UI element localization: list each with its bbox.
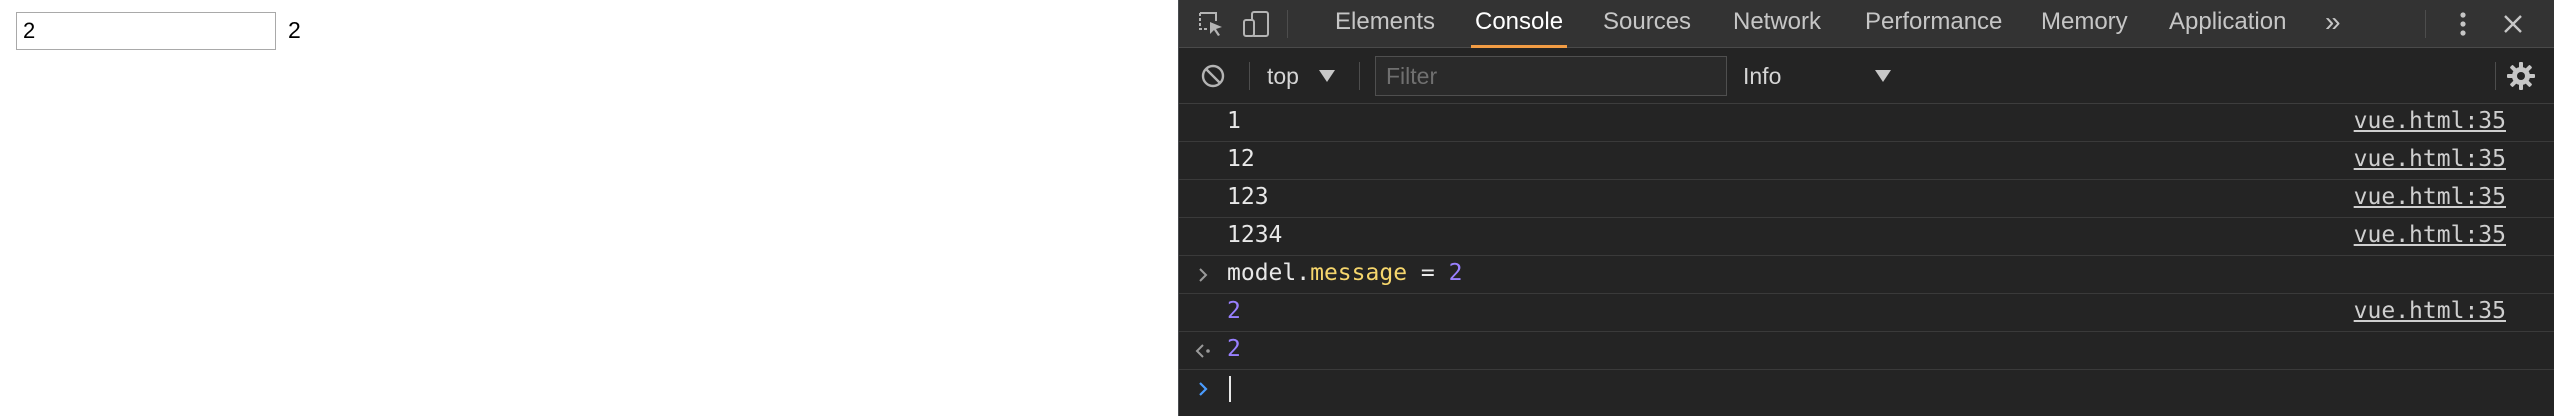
console-input-row: model.message = 2 — [1179, 256, 2554, 294]
tab-memory[interactable]: Memory — [2037, 0, 2132, 48]
tab-elements[interactable]: Elements — [1331, 0, 1439, 48]
toolbar-divider — [1287, 10, 1288, 38]
log-message: 12 — [1227, 146, 1255, 172]
log-message: 123 — [1227, 184, 1269, 210]
inspected-page: 2 — [0, 0, 1178, 416]
console-prompt-row[interactable] — [1179, 370, 2554, 408]
console-log-row: 12 vue.html:35 — [1179, 142, 2554, 180]
filterbar-divider — [1359, 62, 1360, 90]
more-tabs-button[interactable]: » — [2321, 0, 2345, 48]
context-selector[interactable]: top — [1267, 60, 1299, 92]
tab-console[interactable]: Console — [1471, 0, 1568, 48]
tab-network[interactable]: Network — [1729, 0, 1825, 48]
console-log-row: 1234 vue.html:35 — [1179, 218, 2554, 256]
log-message: 1 — [1227, 108, 1241, 134]
console-log-row: 123 vue.html:35 — [1179, 180, 2554, 218]
vertical-dots-icon[interactable] — [2447, 8, 2479, 40]
log-level-selector[interactable]: Info — [1743, 60, 1781, 92]
log-level-label: Info — [1743, 63, 1782, 89]
chevron-down-icon — [1875, 70, 1891, 82]
context-label: top — [1267, 63, 1299, 89]
tab-performance[interactable]: Performance — [1861, 0, 2006, 48]
inspect-element-icon[interactable] — [1195, 8, 1227, 40]
message-output: 2 — [288, 17, 301, 43]
toolbar-divider — [2425, 10, 2426, 38]
chevron-down-icon — [1319, 70, 1335, 82]
code-dot: . — [1296, 260, 1311, 286]
code-object: model — [1227, 260, 1297, 286]
chevron-right-icon — [1193, 264, 1213, 286]
source-link[interactable]: vue.html:35 — [2354, 146, 2506, 172]
devtools-tabbar: Elements Console Sources Network Perform… — [1179, 0, 2554, 48]
log-message: 1234 — [1227, 222, 1283, 248]
console-log-row: 1 vue.html:35 — [1179, 104, 2554, 142]
source-link[interactable]: vue.html:35 — [2354, 184, 2506, 210]
code-operator: = — [1407, 260, 1449, 286]
console-result-row: 2 — [1179, 332, 2554, 370]
page: 2 Elements Console Sources N — [0, 0, 2554, 416]
devtools-panel: Elements Console Sources Network Perform… — [1178, 0, 2554, 416]
input-code: model.message = 2 — [1227, 260, 1462, 286]
filterbar-divider — [2495, 62, 2496, 90]
code-property: message — [1310, 260, 1408, 286]
source-link[interactable]: vue.html:35 — [2354, 108, 2506, 134]
text-cursor — [1229, 376, 1231, 402]
close-icon[interactable] — [2497, 8, 2529, 40]
console-filterbar: top Info — [1179, 48, 2554, 104]
prompt-chevron-icon — [1193, 378, 1213, 400]
log-message: 2 — [1227, 298, 1241, 324]
source-link[interactable]: vue.html:35 — [2354, 298, 2506, 324]
message-input[interactable] — [16, 12, 276, 50]
device-toolbar-icon[interactable] — [1241, 8, 1273, 40]
tab-sources[interactable]: Sources — [1599, 0, 1695, 48]
tab-application[interactable]: Application — [2165, 0, 2290, 48]
result-value: 2 — [1227, 336, 1241, 362]
code-value: 2 — [1448, 260, 1463, 286]
clear-console-icon[interactable] — [1197, 60, 1229, 92]
console-log-row: 2 vue.html:35 — [1179, 294, 2554, 332]
console-output: 1 vue.html:35 12 vue.html:35 123 vue.htm… — [1179, 104, 2554, 416]
source-link[interactable]: vue.html:35 — [2354, 222, 2506, 248]
gear-icon[interactable] — [2505, 60, 2537, 92]
filter-input[interactable] — [1375, 56, 1727, 96]
filterbar-divider — [1249, 62, 1250, 90]
result-arrow-icon — [1193, 340, 1213, 362]
